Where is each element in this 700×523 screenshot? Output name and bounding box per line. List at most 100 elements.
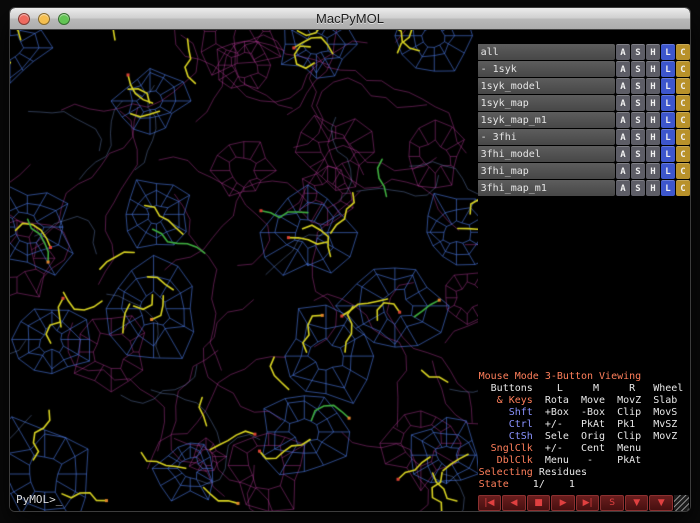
object-all-menu-h[interactable]: H bbox=[646, 44, 660, 60]
object-1syk_map-menu-a[interactable]: A bbox=[616, 95, 630, 111]
object-1syk-menu-a[interactable]: A bbox=[616, 61, 630, 77]
zoom-button[interactable] bbox=[58, 13, 70, 25]
object-1syk_map_m1-menu-h[interactable]: H bbox=[646, 112, 660, 128]
object-1syk_model-menu-s[interactable]: S bbox=[631, 78, 645, 94]
object-1syk_map_m1-menu-l[interactable]: L bbox=[661, 112, 675, 128]
object-3fhi_map_m1-menu-s[interactable]: S bbox=[631, 180, 645, 196]
mouse-panel-text: Menu - PkAt bbox=[533, 455, 641, 466]
object-3fhi_map_m1-menu-h[interactable]: H bbox=[646, 180, 660, 196]
object-3fhi_map-menu-c[interactable]: C bbox=[676, 163, 690, 179]
object-name-1syk[interactable]: - 1syk bbox=[477, 61, 615, 77]
object-name-all[interactable]: all bbox=[477, 44, 615, 60]
mouse-panel-text: CtSh bbox=[479, 431, 533, 442]
object-1syk_map-menu-h[interactable]: H bbox=[646, 95, 660, 111]
vcr-controls: |◀◀■▶▶|S▼▼ bbox=[477, 494, 690, 512]
vcr-s-button[interactable]: S bbox=[600, 495, 624, 511]
object-all-menu-c[interactable]: C bbox=[676, 44, 690, 60]
object-name-1syk_map[interactable]: 1syk_map bbox=[477, 95, 615, 111]
mouse-panel-text: Buttons bbox=[479, 383, 533, 394]
object-3fhi-menu-h[interactable]: H bbox=[646, 129, 660, 145]
object-1syk_model-menu-h[interactable]: H bbox=[646, 78, 660, 94]
object-3fhi_model-menu-s[interactable]: S bbox=[631, 146, 645, 162]
title-bar[interactable]: MacPyMOL bbox=[10, 8, 690, 30]
mouse-panel-line-7: DblClk Menu - PkAt bbox=[479, 455, 690, 467]
command-prompt[interactable]: PyMOL>_ bbox=[16, 493, 62, 506]
object-3fhi_map-menu-h[interactable]: H bbox=[646, 163, 660, 179]
object-3fhi_map-menu-a[interactable]: A bbox=[616, 163, 630, 179]
object-1syk_map_m1-menu-c[interactable]: C bbox=[676, 112, 690, 128]
object-1syk-menu-c[interactable]: C bbox=[676, 61, 690, 77]
object-3fhi-menu-a[interactable]: A bbox=[616, 129, 630, 145]
object-row-3fhi_map: 3fhi_mapASHLC bbox=[477, 163, 690, 179]
mouse-panel-text: Rota Move MovZ Slab bbox=[533, 395, 678, 406]
object-3fhi_map_m1-menu-a[interactable]: A bbox=[616, 180, 630, 196]
mouse-panel-line-2: & Keys Rota Move MovZ Slab bbox=[479, 395, 690, 407]
object-row-3fhi_map_m1: 3fhi_map_m1ASHLC bbox=[477, 180, 690, 196]
macpymol-window: MacPyMOL PyMOL>_ allASHLC- 1sykASHLC1syk… bbox=[9, 7, 691, 512]
mouse-panel-line-1: Buttons L M R Wheel bbox=[479, 383, 690, 395]
panel-spacer bbox=[477, 197, 690, 371]
object-all-menu-s[interactable]: S bbox=[631, 44, 645, 60]
object-3fhi_map-menu-l[interactable]: L bbox=[661, 163, 675, 179]
object-3fhi_map_m1-menu-l[interactable]: L bbox=[661, 180, 675, 196]
object-1syk_map_m1-menu-a[interactable]: A bbox=[616, 112, 630, 128]
object-1syk_model-menu-a[interactable]: A bbox=[616, 78, 630, 94]
resize-grip[interactable] bbox=[674, 495, 689, 511]
mouse-panel-text: +/- PkAt Pk1 MvSZ bbox=[533, 419, 678, 430]
close-button[interactable] bbox=[18, 13, 30, 25]
mouse-panel-text: State bbox=[479, 479, 515, 490]
vcr-down-button-2[interactable]: ▼ bbox=[649, 495, 673, 511]
object-3fhi_model-menu-h[interactable]: H bbox=[646, 146, 660, 162]
mouse-panel: Mouse Mode 3-Button Viewing Buttons L M … bbox=[477, 371, 690, 494]
object-row-3fhi: - 3fhiASHLC bbox=[477, 129, 690, 145]
object-1syk-menu-s[interactable]: S bbox=[631, 61, 645, 77]
vcr-step-back-button[interactable]: ◀ bbox=[502, 495, 526, 511]
state-indicator[interactable]: 1/ 1 bbox=[515, 479, 575, 490]
object-row-1syk: - 1sykASHLC bbox=[477, 61, 690, 77]
object-name-3fhi_model[interactable]: 3fhi_model bbox=[477, 146, 615, 162]
object-3fhi_map-menu-s[interactable]: S bbox=[631, 163, 645, 179]
object-all-menu-l[interactable]: L bbox=[661, 44, 675, 60]
selecting-mode-value[interactable]: Residues bbox=[539, 467, 587, 478]
object-name-3fhi_map[interactable]: 3fhi_map bbox=[477, 163, 615, 179]
object-3fhi_model-menu-a[interactable]: A bbox=[616, 146, 630, 162]
object-1syk_map_m1-menu-s[interactable]: S bbox=[631, 112, 645, 128]
mouse-panel-text: L M R Wheel bbox=[533, 383, 684, 394]
mouse-panel-text: Sele Orig Clip MovZ bbox=[533, 431, 678, 442]
command-prompt-text: PyMOL>_ bbox=[16, 493, 62, 506]
window-title: MacPyMOL bbox=[316, 11, 384, 26]
vcr-play-button[interactable]: ▶ bbox=[551, 495, 575, 511]
object-1syk-menu-l[interactable]: L bbox=[661, 61, 675, 77]
object-1syk_model-menu-c[interactable]: C bbox=[676, 78, 690, 94]
object-1syk_model-menu-l[interactable]: L bbox=[661, 78, 675, 94]
mouse-panel-line-5: CtSh Sele Orig Clip MovZ bbox=[479, 431, 690, 443]
object-3fhi-menu-s[interactable]: S bbox=[631, 129, 645, 145]
mouse-panel-text: SnglClk bbox=[479, 443, 533, 454]
object-1syk_map-menu-c[interactable]: C bbox=[676, 95, 690, 111]
object-name-1syk_map_m1[interactable]: 1syk_map_m1 bbox=[477, 112, 615, 128]
vcr-go-to-end-button[interactable]: ▶| bbox=[576, 495, 600, 511]
object-all-menu-a[interactable]: A bbox=[616, 44, 630, 60]
object-row-3fhi_model: 3fhi_modelASHLC bbox=[477, 146, 690, 162]
object-row-all: allASHLC bbox=[477, 44, 690, 60]
molecular-viewport[interactable] bbox=[10, 30, 478, 512]
object-name-1syk_model[interactable]: 1syk_model bbox=[477, 78, 615, 94]
window-content: PyMOL>_ allASHLC- 1sykASHLC1syk_modelASH… bbox=[10, 30, 690, 512]
vcr-go-to-start-button[interactable]: |◀ bbox=[478, 495, 502, 511]
object-name-3fhi_map_m1[interactable]: 3fhi_map_m1 bbox=[477, 180, 615, 196]
object-3fhi_map_m1-menu-c[interactable]: C bbox=[676, 180, 690, 196]
object-3fhi_model-menu-c[interactable]: C bbox=[676, 146, 690, 162]
object-1syk-menu-h[interactable]: H bbox=[646, 61, 660, 77]
object-row-1syk_map_m1: 1syk_map_m1ASHLC bbox=[477, 112, 690, 128]
mouse-mode-header: Mouse Mode 3-Button Viewing bbox=[479, 371, 642, 382]
object-1syk_map-menu-s[interactable]: S bbox=[631, 95, 645, 111]
object-3fhi_model-menu-l[interactable]: L bbox=[661, 146, 675, 162]
object-3fhi-menu-c[interactable]: C bbox=[676, 129, 690, 145]
minimize-button[interactable] bbox=[38, 13, 50, 25]
object-name-3fhi[interactable]: - 3fhi bbox=[477, 129, 615, 145]
vcr-down-button-1[interactable]: ▼ bbox=[625, 495, 649, 511]
object-1syk_map-menu-l[interactable]: L bbox=[661, 95, 675, 111]
vcr-stop-button[interactable]: ■ bbox=[527, 495, 551, 511]
mouse-panel-line-6: SnglClk +/- Cent Menu bbox=[479, 443, 690, 455]
object-3fhi-menu-l[interactable]: L bbox=[661, 129, 675, 145]
